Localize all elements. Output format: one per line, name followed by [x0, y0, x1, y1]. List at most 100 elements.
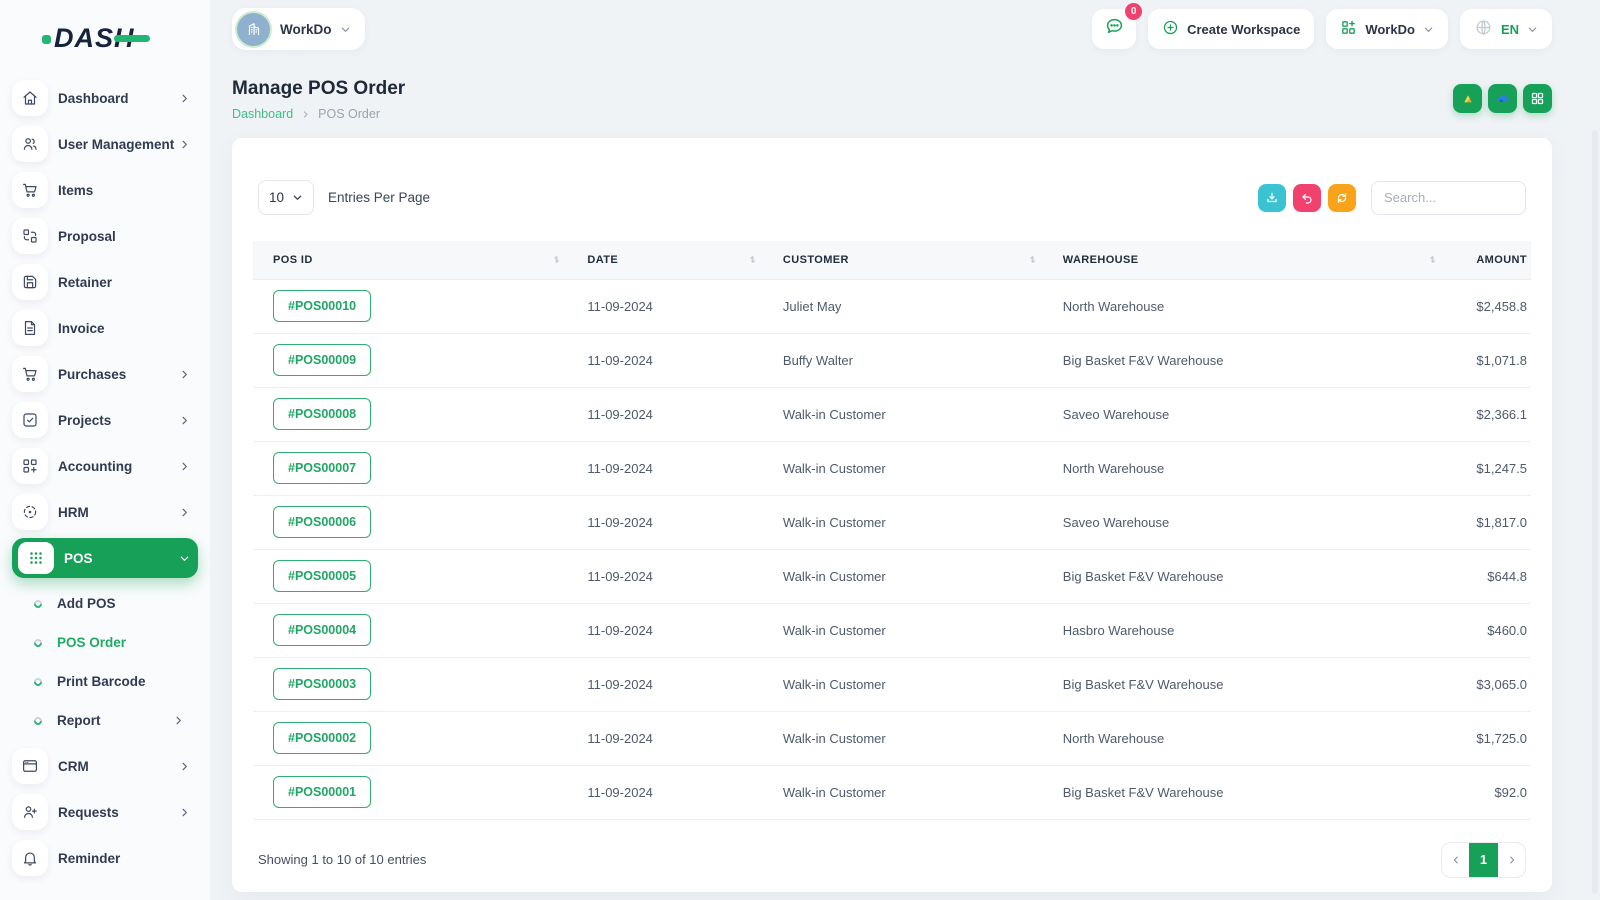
table-footer: Showing 1 to 10 of 10 entries 1: [258, 841, 1526, 878]
sidebar-item[interactable]: Items: [12, 170, 198, 210]
customer-cell: Juliet May: [762, 278, 1043, 334]
language-label: EN: [1500, 21, 1519, 37]
sidebar-item[interactable]: CRM: [12, 746, 198, 786]
page-scrollbar[interactable]: [1592, 130, 1598, 894]
sidebar-item-pos[interactable]: POS: [12, 538, 198, 578]
column-header-pos-id[interactable]: POS ID: [253, 241, 568, 279]
grid-view-button[interactable]: [1523, 84, 1552, 113]
column-header-warehouse[interactable]: WAREHOUSE: [1042, 241, 1443, 279]
sidebar-item[interactable]: Retainer: [12, 262, 198, 302]
workspace-selector[interactable]: WorkDo: [232, 8, 365, 50]
sidebar-item[interactable]: Reminder: [12, 838, 198, 878]
refresh-button[interactable]: [1328, 183, 1356, 212]
sidebar-item[interactable]: Purchases: [12, 354, 198, 394]
sidebar-item[interactable]: User Management: [12, 124, 198, 164]
chevron-right-icon: [179, 369, 190, 380]
sidebar-item-icon: [12, 80, 48, 116]
next-page-button[interactable]: [1498, 843, 1525, 877]
onedrive-button[interactable]: [1488, 84, 1517, 113]
sidebar-item-label: Items: [58, 182, 94, 198]
chevron-right-icon: [179, 807, 190, 818]
main-area: WorkDo 0 Create Workspace WorkDo EN Mana…: [210, 0, 1600, 900]
workspace-menu-button[interactable]: WorkDo: [1326, 9, 1448, 49]
date-cell: 11-09-2024: [567, 549, 763, 604]
table-row: #POS00006 11-09-2024 Walk-in Customer Sa…: [253, 495, 1531, 550]
plus-circle-icon: [1162, 19, 1179, 39]
pos-id-link[interactable]: #POS00007: [273, 452, 372, 484]
column-header-date[interactable]: DATE: [567, 241, 763, 279]
submenu-item[interactable]: Print Barcode: [12, 662, 198, 701]
sidebar-item[interactable]: HRM: [12, 492, 198, 532]
search-input[interactable]: [1371, 180, 1526, 215]
pos-submenu: Add POS POS Order Print Barcode Report: [12, 584, 198, 740]
submenu-item[interactable]: Add POS: [12, 584, 198, 623]
showing-entries-text: Showing 1 to 10 of 10 entries: [258, 852, 427, 867]
pos-id-link[interactable]: #POS00010: [273, 290, 372, 322]
refresh-icon: [1337, 192, 1347, 203]
amount-cell: $1,247.5: [1442, 441, 1531, 496]
page-header: Manage POS Order Dashboard POS Order: [232, 78, 1552, 121]
breadcrumb-dashboard-link[interactable]: Dashboard: [232, 107, 293, 121]
submenu-item[interactable]: POS Order: [12, 623, 198, 662]
sidebar-item[interactable]: Proposal: [12, 216, 198, 256]
chevron-left-icon: [1453, 856, 1458, 863]
warehouse-cell: North Warehouse: [1042, 278, 1443, 334]
pos-id-cell: #POS00004: [253, 603, 568, 658]
sidebar-item[interactable]: Invoice: [12, 308, 198, 348]
pos-id-link[interactable]: #POS00003: [273, 668, 372, 700]
date-cell: 11-09-2024: [567, 603, 763, 658]
sidebar-item[interactable]: Accounting: [12, 446, 198, 486]
export-button[interactable]: [1258, 183, 1286, 212]
table-actions: [1258, 180, 1526, 215]
onedrive-cloud-icon: [1497, 95, 1509, 103]
pos-id-link[interactable]: #POS00008: [273, 398, 372, 430]
warehouse-cell: Saveo Warehouse: [1042, 387, 1443, 442]
sidebar-item[interactable]: Requests: [12, 792, 198, 832]
chevron-right-icon: [301, 110, 310, 119]
pos-id-link[interactable]: #POS00004: [273, 614, 372, 646]
page-titles: Manage POS Order Dashboard POS Order: [232, 78, 405, 121]
sidebar-item[interactable]: Projects: [12, 400, 198, 440]
previous-page-button[interactable]: [1442, 843, 1469, 877]
pos-id-link[interactable]: #POS00002: [273, 722, 372, 754]
pos-id-link[interactable]: #POS00001: [273, 776, 372, 808]
date-cell: 11-09-2024: [567, 278, 763, 334]
google-drive-icon: [1463, 94, 1472, 102]
pos-id-cell: #POS00006: [253, 495, 568, 550]
warehouse-cell: North Warehouse: [1042, 711, 1443, 766]
workspace-avatar: [237, 12, 270, 46]
bullet-icon: [32, 597, 44, 610]
submenu-item[interactable]: Report: [12, 701, 198, 740]
column-header-amount[interactable]: AMOUNT: [1442, 241, 1531, 279]
table-header: POS ID DATE CUSTOMER WAREHOUSE AMOUNT: [253, 241, 1531, 279]
customer-cell: Buffy Walter: [762, 333, 1043, 388]
sidebar-item[interactable]: Dashboard: [12, 78, 198, 118]
submenu-item-label: Print Barcode: [57, 674, 146, 689]
amount-cell: $460.0: [1442, 603, 1531, 658]
pos-id-link[interactable]: #POS00006: [273, 506, 372, 538]
table-row: #POS00003 11-09-2024 Walk-in Customer Bi…: [253, 657, 1531, 712]
pos-order-card: 10 Entries Per Page Search... POS ID DAT…: [232, 138, 1552, 892]
customer-cell: Walk-in Customer: [762, 441, 1043, 496]
pos-id-cell: #POS00010: [253, 278, 568, 334]
sidebar-item-label: Dashboard: [58, 90, 129, 106]
pos-id-link[interactable]: #POS00005: [273, 560, 372, 592]
chevron-right-icon: [179, 761, 190, 772]
sidebar-item-icon: [12, 494, 48, 530]
pos-id-link[interactable]: #POS00009: [273, 344, 372, 376]
entries-per-page-select[interactable]: 10: [258, 180, 314, 215]
page-number-button[interactable]: 1: [1469, 842, 1498, 877]
table-row: #POS00005 11-09-2024 Walk-in Customer Bi…: [253, 549, 1531, 604]
messages-button[interactable]: 0: [1092, 3, 1143, 49]
google-drive-button[interactable]: [1453, 84, 1482, 113]
date-cell: 11-09-2024: [567, 765, 763, 820]
sidebar-item-label: HRM: [58, 504, 89, 520]
chevron-down-icon: [1527, 24, 1538, 35]
pos-id-cell: #POS00002: [253, 711, 568, 766]
reset-button[interactable]: [1293, 183, 1321, 212]
warehouse-cell: North Warehouse: [1042, 441, 1443, 496]
column-header-customer[interactable]: CUSTOMER: [762, 241, 1043, 279]
create-workspace-button[interactable]: Create Workspace: [1148, 9, 1315, 49]
sidebar-nav: Dashboard User Management Items Proposal…: [12, 78, 198, 878]
language-selector[interactable]: EN: [1459, 9, 1552, 49]
